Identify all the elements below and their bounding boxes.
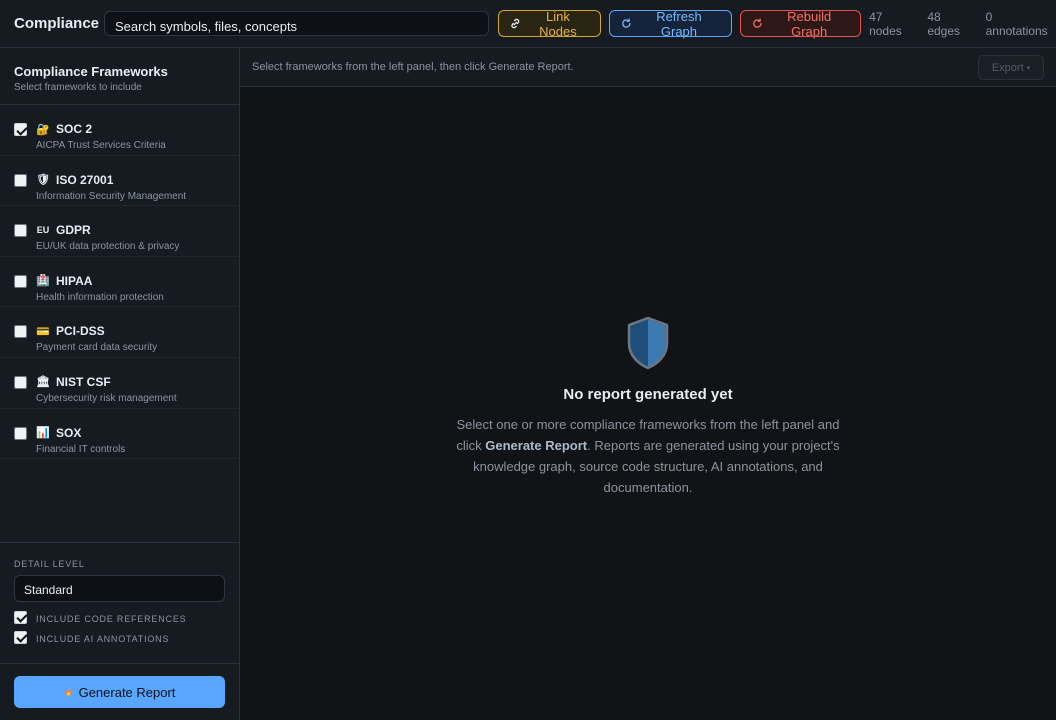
framework-checkbox-pci-dss[interactable] bbox=[14, 325, 27, 339]
framework-name: HIPAA bbox=[56, 273, 93, 288]
framework-title-nist-csf: 🏛 NIST CSF bbox=[36, 375, 111, 389]
refresh-icon bbox=[621, 18, 631, 28]
framework-name: NIST CSF bbox=[56, 374, 111, 389]
framework-checkbox-sox[interactable] bbox=[14, 426, 27, 440]
lock-icon: 🔐 bbox=[36, 123, 50, 136]
rebuild-graph-button[interactable]: Rebuild Graph bbox=[739, 8, 862, 39]
detail-level-label: DETAIL LEVEL bbox=[14, 559, 85, 569]
node-count: 47 nodes bbox=[869, 9, 902, 38]
sidebar-title: Compliance Frameworks bbox=[14, 64, 168, 79]
framework-item-nist-csf[interactable]: 🏛 NIST CSF Cybersecurity risk management bbox=[0, 358, 239, 409]
link-nodes-label: Link Nodes bbox=[539, 8, 577, 39]
link-icon bbox=[510, 18, 519, 29]
framework-checkbox-nist-csf[interactable] bbox=[14, 375, 27, 389]
empty-state-title: No report generated yet bbox=[563, 386, 733, 403]
chevron-down-icon: ▾ bbox=[1026, 64, 1031, 72]
top-toolbar: Compliance Link Nodes Refresh Graph Rebu… bbox=[0, 0, 1056, 48]
framework-item-pci-dss[interactable]: 💳 PCI-DSS Payment card data security bbox=[0, 307, 239, 358]
framework-item-soc2[interactable]: 🔐 SOC 2 AICPA Trust Services Criteria bbox=[0, 105, 239, 156]
framework-name: PCI-DSS bbox=[56, 324, 105, 339]
search-input[interactable] bbox=[103, 11, 489, 36]
framework-title-pci-dss: 💳 PCI-DSS bbox=[36, 324, 105, 338]
link-nodes-button[interactable]: Link Nodes bbox=[497, 8, 601, 39]
report-options: DETAIL LEVEL Standard INCLUDE CODE REFER… bbox=[0, 542, 239, 663]
credit-card-icon: 💳 bbox=[36, 325, 50, 338]
sidebar-header: Compliance Frameworks Select frameworks … bbox=[0, 48, 239, 105]
main-panel: Select frameworks from the left panel, t… bbox=[240, 48, 1056, 720]
framework-title-gdpr: EU GDPR bbox=[36, 223, 91, 237]
flame-icon bbox=[65, 686, 72, 697]
option-code-references[interactable]: INCLUDE CODE REFERENCES bbox=[14, 610, 225, 624]
framework-desc: Financial IT controls bbox=[36, 443, 126, 455]
instruction-hint: Select frameworks from the left panel, t… bbox=[252, 61, 574, 73]
app-title: Compliance bbox=[14, 15, 100, 32]
empty-state-description: Select one or more compliance frameworks… bbox=[453, 414, 843, 498]
framework-name: ISO 27001 bbox=[56, 172, 114, 187]
generate-report-label: Generate Report bbox=[78, 684, 176, 700]
framework-desc: Health information protection bbox=[36, 291, 164, 303]
code-references-label: INCLUDE CODE REFERENCES bbox=[36, 614, 187, 624]
framework-checkbox-soc2[interactable] bbox=[14, 123, 27, 136]
framework-item-gdpr[interactable]: EU GDPR EU/UK data protection & privacy bbox=[0, 206, 239, 257]
framework-desc: Cybersecurity risk management bbox=[36, 392, 177, 404]
framework-item-sox[interactable]: 📊 SOX Financial IT controls bbox=[0, 409, 239, 460]
edge-count: 48 edges bbox=[927, 9, 961, 38]
shield-icon: 🛡 bbox=[36, 174, 50, 187]
refresh-graph-label: Refresh Graph bbox=[656, 8, 702, 39]
generate-report-button[interactable]: Generate Report bbox=[14, 676, 225, 708]
framework-checkbox-iso27001[interactable] bbox=[14, 173, 27, 187]
sidebar: Compliance Frameworks Select frameworks … bbox=[0, 48, 240, 720]
rebuild-icon bbox=[752, 18, 762, 28]
detail-level-select[interactable]: Standard bbox=[14, 575, 225, 602]
ai-annotations-label: INCLUDE AI ANNOTATIONS bbox=[36, 634, 170, 644]
government-building-icon: 🏛 bbox=[36, 376, 50, 389]
empty-text-bold: Generate Report bbox=[485, 438, 588, 453]
framework-title-hipaa: 🏥 HIPAA bbox=[36, 274, 92, 288]
sidebar-subtitle: Select frameworks to include bbox=[14, 82, 142, 93]
framework-desc: Information Security Management bbox=[36, 190, 187, 202]
framework-name: GDPR bbox=[56, 223, 91, 238]
option-ai-annotations[interactable]: INCLUDE AI ANNOTATIONS bbox=[14, 630, 225, 644]
code-references-checkbox[interactable] bbox=[14, 610, 27, 624]
framework-title-iso27001: 🛡 ISO 27001 bbox=[36, 173, 113, 187]
refresh-graph-button[interactable]: Refresh Graph bbox=[608, 8, 732, 39]
framework-desc: Payment card data security bbox=[36, 342, 158, 354]
framework-item-iso27001[interactable]: 🛡 ISO 27001 Information Security Managem… bbox=[0, 156, 239, 207]
framework-name: SOC 2 bbox=[56, 122, 93, 136]
sidebar-footer: Generate Report bbox=[0, 663, 239, 720]
framework-checkbox-gdpr[interactable] bbox=[14, 224, 27, 238]
export-button[interactable]: Export ▾ bbox=[978, 55, 1044, 80]
hospital-icon: 🏥 bbox=[36, 275, 50, 288]
framework-desc: AICPA Trust Services Criteria bbox=[36, 140, 166, 151]
framework-title-soc2: 🔐 SOC 2 bbox=[36, 122, 92, 136]
shield-icon bbox=[627, 316, 669, 370]
framework-item-hipaa[interactable]: 🏥 HIPAA Health information protection bbox=[0, 257, 239, 308]
empty-state: No report generated yet Select one or mo… bbox=[240, 316, 1056, 498]
bar-chart-icon: 📊 bbox=[36, 427, 50, 440]
framework-title-sox: 📊 SOX bbox=[36, 426, 81, 440]
main-toolbar: Select frameworks from the left panel, t… bbox=[240, 48, 1056, 87]
rebuild-graph-label: Rebuild Graph bbox=[787, 8, 832, 39]
ai-annotations-checkbox[interactable] bbox=[14, 630, 27, 644]
eu-flag-icon: EU bbox=[36, 225, 50, 236]
framework-checkbox-hipaa[interactable] bbox=[14, 274, 27, 288]
framework-name: SOX bbox=[56, 425, 82, 440]
annotation-count: 0 annotations bbox=[985, 9, 1048, 38]
export-label: Export bbox=[991, 61, 1024, 74]
framework-desc: EU/UK data protection & privacy bbox=[36, 241, 180, 253]
